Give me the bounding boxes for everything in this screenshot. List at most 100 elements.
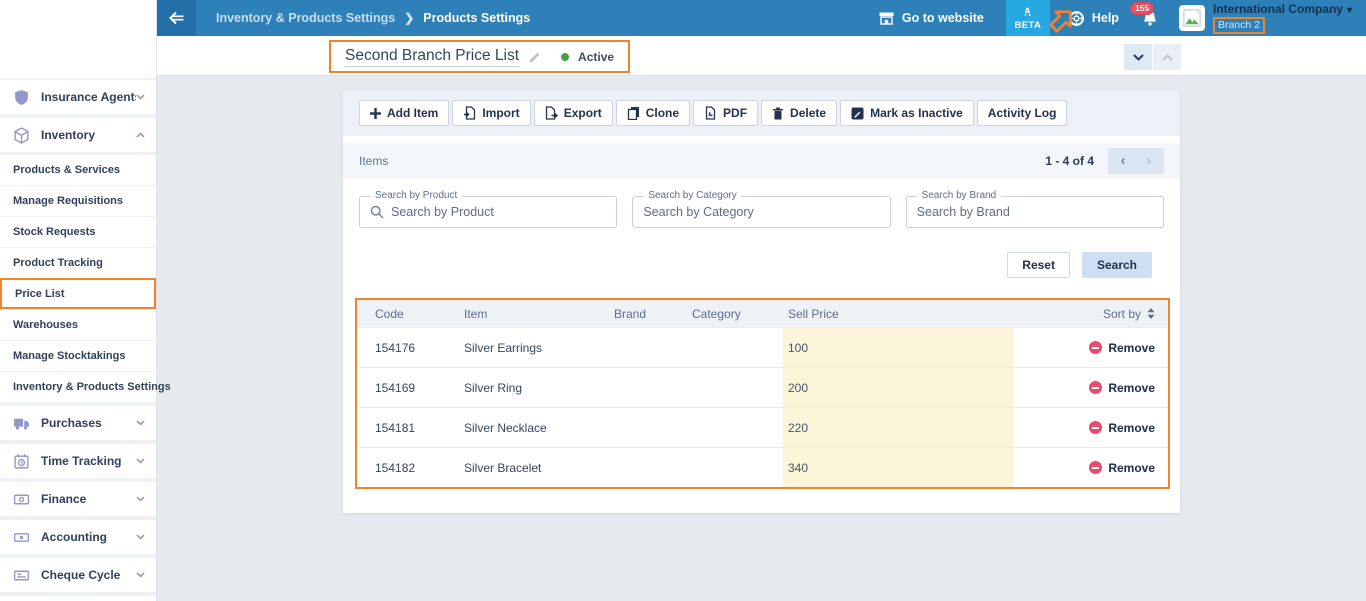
chevron-up-button[interactable] — [1153, 44, 1181, 70]
cheque-icon — [13, 567, 30, 584]
search-button[interactable]: Search — [1082, 252, 1152, 278]
search-brand-input[interactable] — [917, 205, 1153, 219]
search-product-label: Search by Product — [370, 190, 462, 201]
activity-log-button[interactable]: Activity Log — [977, 100, 1068, 126]
chevron-down-icon — [136, 94, 146, 100]
breadcrumb: Inventory & Products Settings ❯ Products… — [216, 11, 530, 25]
cube-icon — [13, 127, 30, 144]
topbar-right: Go to website BETA Help 155 Internationa… — [878, 0, 1366, 36]
row-sell-price[interactable]: 220 — [783, 408, 1014, 447]
edit-square-icon — [851, 107, 864, 120]
pagination-range: 1 - 4 of 4 — [1045, 154, 1094, 168]
row-item: Silver Necklace — [464, 421, 614, 435]
sort-by-control[interactable]: Sort by — [1103, 307, 1155, 321]
row-sell-price[interactable]: 340 — [783, 448, 1014, 487]
row-item: Silver Ring — [464, 381, 614, 395]
breadcrumb-parent[interactable]: Inventory & Products Settings — [216, 11, 395, 25]
page-title: Second Branch Price List — [345, 47, 519, 67]
remove-minus-icon — [1089, 381, 1102, 394]
sidebar-item-insurance-agents[interactable]: Insurance Agents — [0, 80, 156, 114]
pager: ‹ › — [1108, 148, 1164, 174]
sort-icon — [1147, 308, 1155, 319]
export-button[interactable]: Export — [534, 100, 613, 126]
sidebar-item-purchases[interactable]: Purchases — [0, 406, 156, 440]
search-category-label: Search by Category — [643, 190, 741, 201]
column-sell-price[interactable]: Sell Price — [783, 300, 1014, 327]
column-category[interactable]: Category — [692, 307, 783, 321]
sidebar-item-label: Inventory — [41, 128, 136, 142]
sidebar-item-label: Accounting — [41, 530, 136, 544]
add-item-button[interactable]: Add Item — [359, 100, 449, 126]
column-item[interactable]: Item — [464, 307, 614, 321]
sidebar-item-accounting[interactable]: Accounting — [0, 520, 156, 554]
company-avatar[interactable] — [1179, 5, 1205, 31]
row-code: 154176 — [357, 341, 464, 355]
chevron-down-button[interactable] — [1124, 44, 1152, 70]
search-category-input[interactable] — [643, 205, 879, 219]
sidebar-item-manage-stocktakings[interactable]: Manage Stocktakings — [0, 340, 156, 371]
card-toolbar: Add Item Import Export Clone PDF Delete … — [343, 90, 1180, 136]
search-product-input[interactable] — [391, 205, 606, 219]
sidebar-item-finance[interactable]: Finance — [0, 482, 156, 516]
search-brand-field: Search by Brand — [906, 196, 1164, 228]
go-to-website-link[interactable]: Go to website — [878, 11, 984, 26]
prev-page-button[interactable]: ‹ — [1110, 149, 1136, 173]
company-menu[interactable]: International Company▾ Branch 2 — [1213, 2, 1366, 34]
sidebar-item-product-tracking[interactable]: Product Tracking — [0, 247, 156, 278]
table-row: 154176 Silver Earrings 100 Remove — [357, 327, 1168, 367]
sidebar-item-manage-requisitions[interactable]: Manage Requisitions — [0, 185, 156, 216]
remove-button[interactable]: Remove — [1089, 381, 1155, 395]
sidebar-item-cheque-cycle[interactable]: Cheque Cycle — [0, 558, 156, 592]
sidebar-item-stock-requests[interactable]: Stock Requests — [0, 216, 156, 247]
broken-image-icon — [1182, 8, 1202, 28]
remove-button[interactable]: Remove — [1089, 341, 1155, 355]
sidebar-item-warehouses[interactable]: Warehouses — [0, 309, 156, 340]
column-code[interactable]: Code — [357, 307, 464, 321]
reset-button[interactable]: Reset — [1007, 252, 1070, 278]
table-header-row: Code Item Brand Category Sell Price Sort… — [357, 300, 1168, 327]
sidebar-item-requests[interactable]: Requests — [0, 596, 156, 601]
edit-pencil-icon[interactable] — [528, 50, 542, 64]
pdf-button[interactable]: PDF — [693, 100, 758, 126]
column-brand[interactable]: Brand — [614, 307, 692, 321]
company-name: International Company▾ — [1213, 2, 1352, 16]
back-button[interactable] — [157, 0, 196, 36]
remove-button[interactable]: Remove — [1089, 461, 1155, 475]
search-brand-label: Search by Brand — [917, 190, 1002, 201]
help-label: Help — [1092, 11, 1119, 25]
search-category-field: Search by Category — [632, 196, 890, 228]
inventory-submenu: Products & Services Manage Requisitions … — [0, 154, 156, 402]
truck-icon — [13, 415, 30, 432]
beta-label: BETA — [1014, 20, 1041, 31]
remove-minus-icon — [1089, 421, 1102, 434]
sidebar-item-label: Insurance Agents — [41, 90, 136, 104]
status-badge: Active — [578, 50, 614, 64]
row-item: Silver Earrings — [464, 341, 614, 355]
clone-button[interactable]: Clone — [616, 100, 690, 126]
cash-icon — [13, 529, 30, 546]
sidebar-item-label: Cheque Cycle — [41, 568, 136, 582]
notification-count-badge: 155 — [1130, 2, 1154, 16]
sidebar-item-inventory[interactable]: Inventory — [0, 118, 156, 152]
notifications-button[interactable]: 155 — [1141, 10, 1159, 27]
next-page-button[interactable]: › — [1136, 149, 1162, 173]
chevron-down-icon — [136, 572, 146, 578]
row-sell-price[interactable]: 200 — [783, 368, 1014, 407]
mark-as-inactive-button[interactable]: Mark as Inactive — [840, 100, 974, 126]
items-table: Code Item Brand Category Sell Price Sort… — [355, 298, 1170, 489]
chevron-up-icon — [136, 132, 146, 138]
sidebar-item-price-list[interactable]: Price List — [0, 278, 156, 309]
annotation-arrow-icon — [1046, 1, 1080, 37]
beta-tab[interactable]: BETA — [1006, 0, 1050, 36]
search-filters: Search by Product Search by Category Sea… — [343, 178, 1180, 228]
sidebar-item-products-services[interactable]: Products & Services — [0, 154, 156, 185]
delete-button[interactable]: Delete — [761, 100, 837, 126]
row-sell-price[interactable]: 100 — [783, 328, 1014, 367]
sidebar-item-inventory-products-settings[interactable]: Inventory & Products Settings — [0, 371, 156, 402]
import-button[interactable]: Import — [452, 100, 530, 126]
pagination: 1 - 4 of 4 ‹ › — [1045, 148, 1164, 174]
remove-button[interactable]: Remove — [1089, 421, 1155, 435]
banknote-icon — [13, 491, 30, 508]
sidebar-item-time-tracking[interactable]: Time Tracking — [0, 444, 156, 478]
sidebar-spacer — [0, 0, 156, 78]
